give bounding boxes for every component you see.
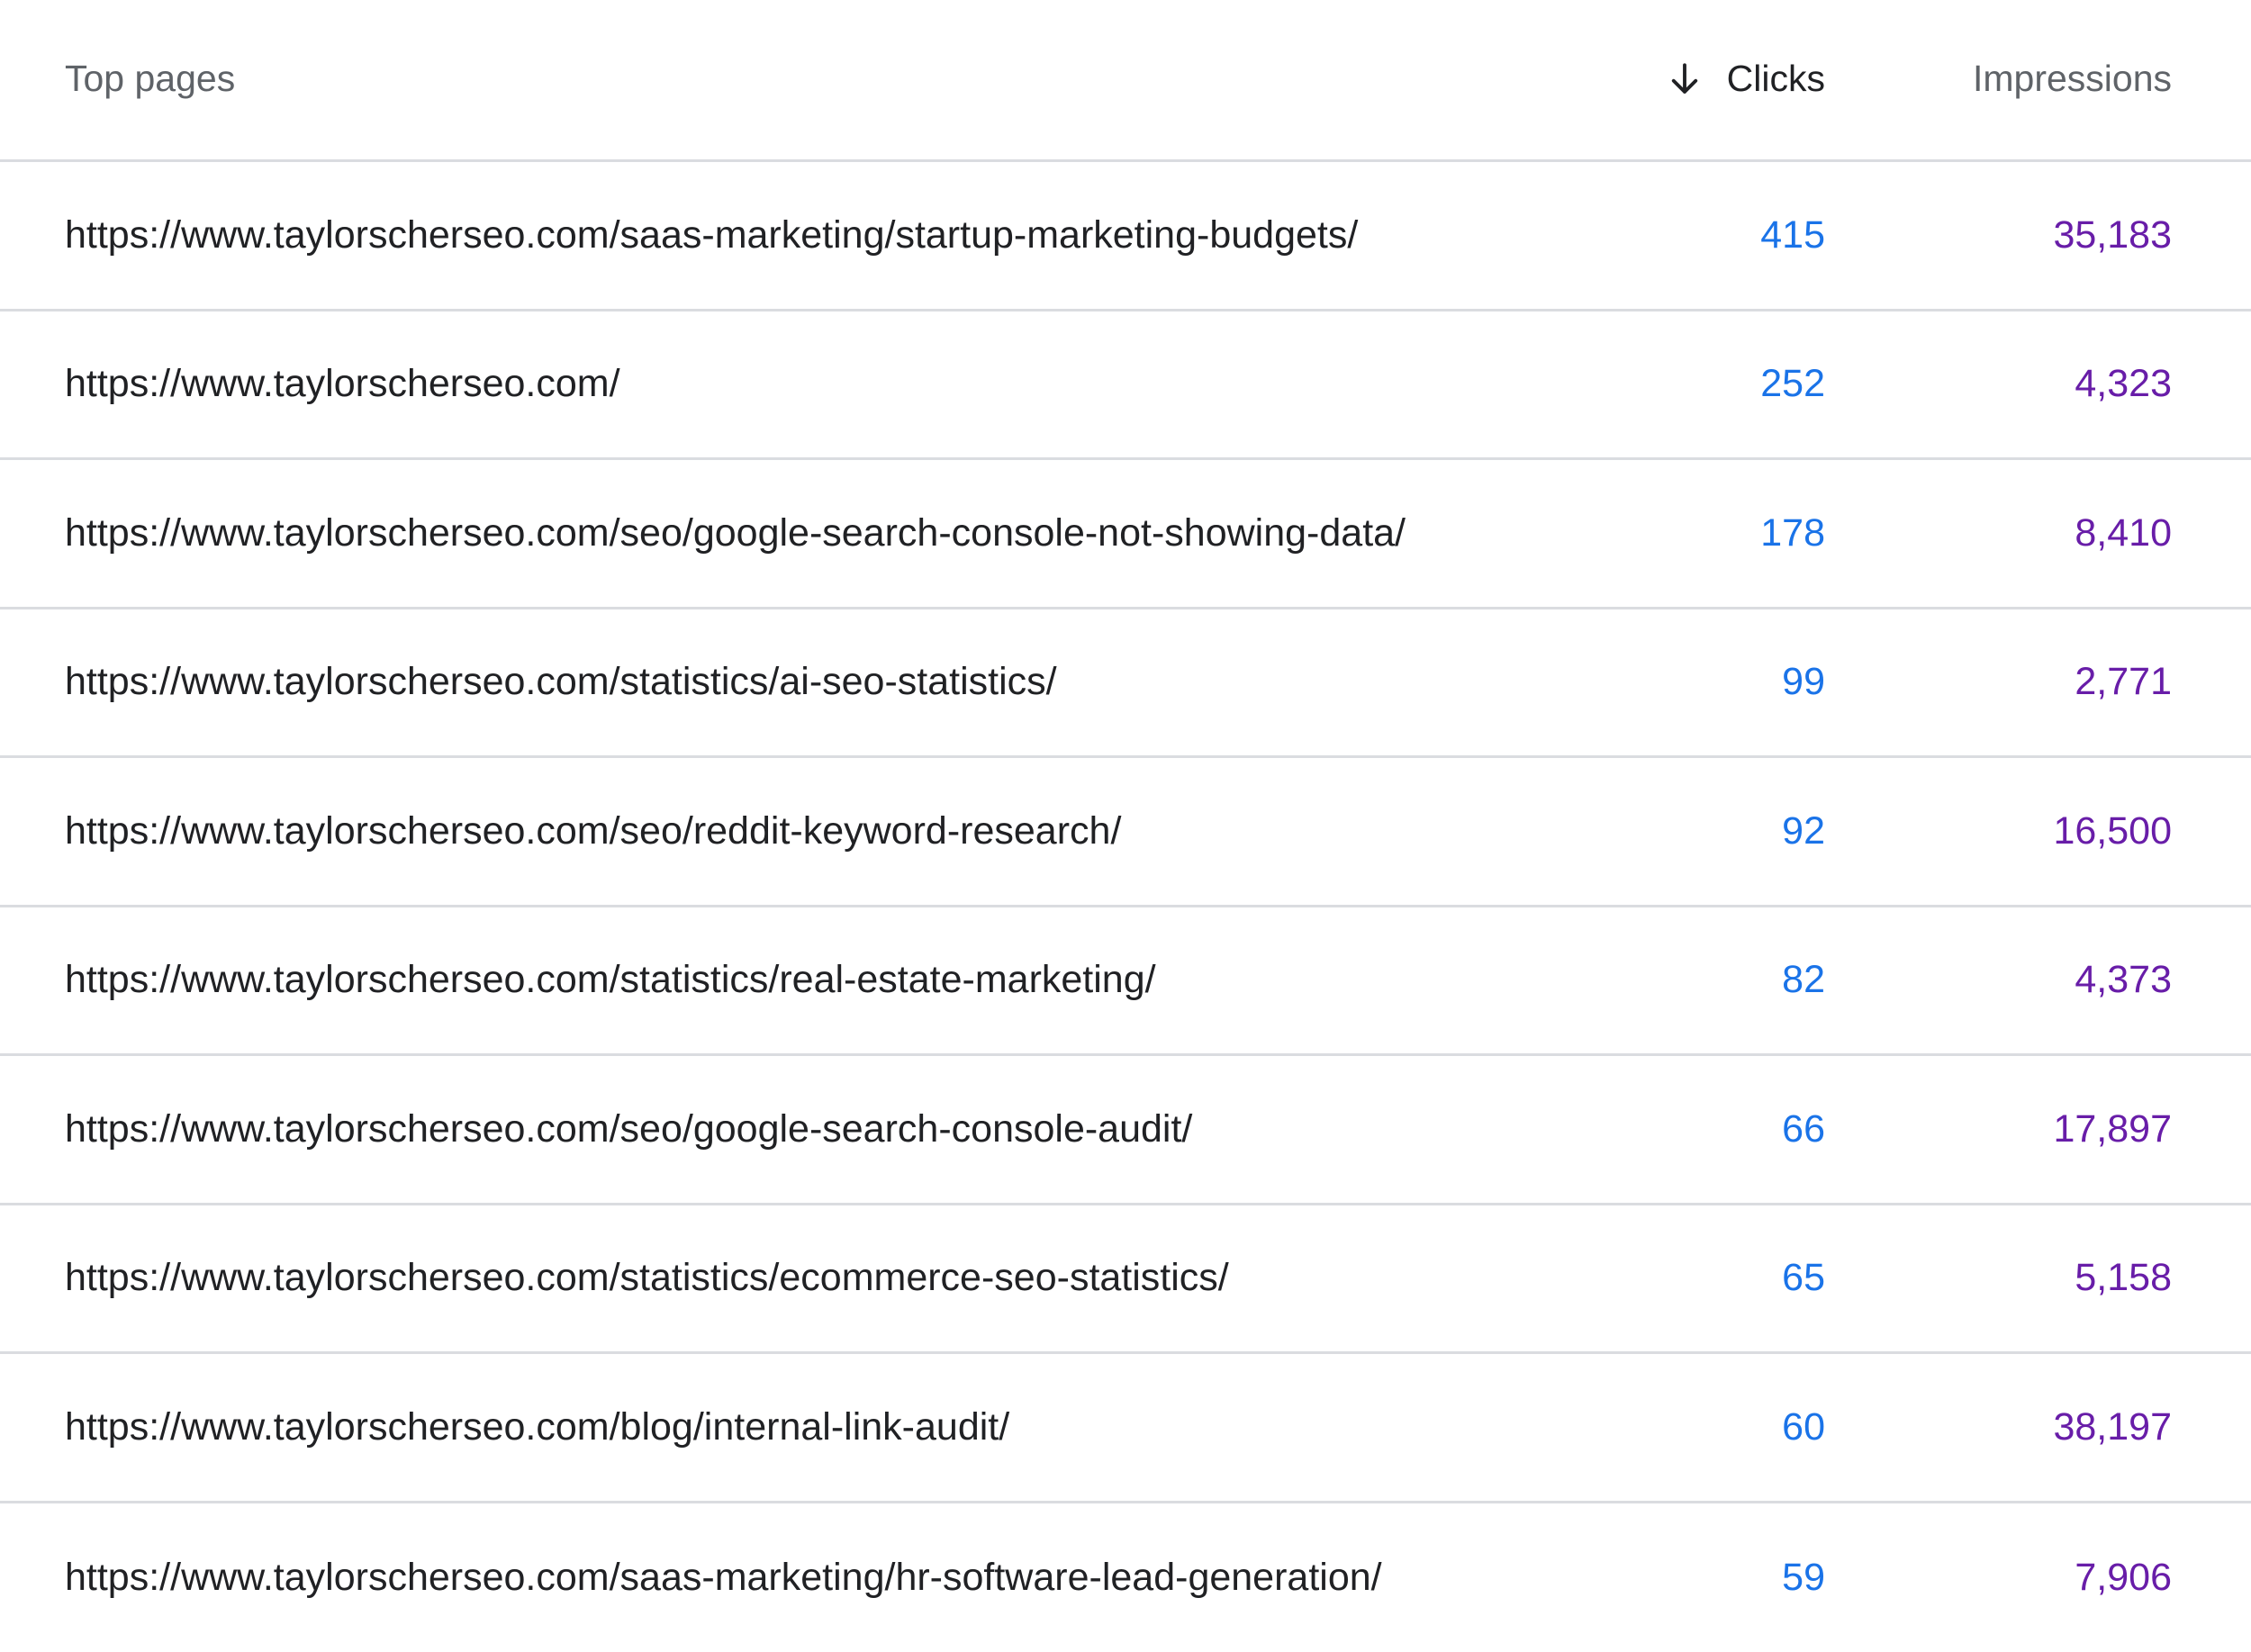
page-url-link[interactable]: https://www.taylorscherseo.com/statistic… xyxy=(65,907,1156,1054)
clicks-value: 82 xyxy=(1782,907,1825,1054)
impressions-column-header[interactable]: Impressions xyxy=(1973,0,2172,158)
clicks-value: 99 xyxy=(1782,609,1825,756)
clicks-value: 60 xyxy=(1782,1354,1825,1501)
table-row[interactable]: https://www.taylorscherseo.com/statistic… xyxy=(0,907,2251,1057)
arrow-down-icon xyxy=(1666,60,1704,98)
impressions-value: 8,410 xyxy=(2075,460,2172,607)
table-header: Top pages Clicks Impressions xyxy=(0,0,2251,162)
table-row[interactable]: https://www.taylorscherseo.com/saas-mark… xyxy=(0,162,2251,311)
table-row[interactable]: https://www.taylorscherseo.com/statistic… xyxy=(0,609,2251,759)
top-pages-table: Top pages Clicks Impressions https://www… xyxy=(0,0,2251,1652)
page-url-link[interactable]: https://www.taylorscherseo.com/ xyxy=(65,311,620,458)
page-url-link[interactable]: https://www.taylorscherseo.com/blog/inte… xyxy=(65,1354,1009,1501)
page-url-link[interactable]: https://www.taylorscherseo.com/seo/reddi… xyxy=(65,758,1121,905)
clicks-value: 92 xyxy=(1782,758,1825,905)
table-row[interactable]: https://www.taylorscherseo.com/blog/inte… xyxy=(0,1354,2251,1503)
page-url-link[interactable]: https://www.taylorscherseo.com/saas-mark… xyxy=(65,162,1358,309)
clicks-value: 415 xyxy=(1760,162,1825,309)
impressions-value: 2,771 xyxy=(2075,609,2172,756)
top-pages-column-header[interactable]: Top pages xyxy=(65,0,235,158)
table-row[interactable]: https://www.taylorscherseo.com/seo/googl… xyxy=(0,460,2251,609)
impressions-value: 16,500 xyxy=(2053,758,2172,905)
page-url-link[interactable]: https://www.taylorscherseo.com/seo/googl… xyxy=(65,1056,1192,1203)
table-row[interactable]: https://www.taylorscherseo.com/saas-mark… xyxy=(0,1503,2251,1652)
page-url-link[interactable]: https://www.taylorscherseo.com/seo/googl… xyxy=(65,460,1406,607)
table-row[interactable]: https://www.taylorscherseo.com/statistic… xyxy=(0,1205,2251,1355)
clicks-value: 66 xyxy=(1782,1056,1825,1203)
page-url-link[interactable]: https://www.taylorscherseo.com/statistic… xyxy=(65,609,1057,756)
page-url-link[interactable]: https://www.taylorscherseo.com/saas-mark… xyxy=(65,1503,1382,1652)
table-row[interactable]: https://www.taylorscherseo.com/seo/googl… xyxy=(0,1056,2251,1205)
clicks-value: 59 xyxy=(1782,1503,1825,1652)
clicks-header-label: Clicks xyxy=(1727,0,1825,158)
clicks-value: 178 xyxy=(1760,460,1825,607)
impressions-value: 7,906 xyxy=(2075,1503,2172,1652)
impressions-value: 38,197 xyxy=(2053,1354,2172,1501)
clicks-value: 252 xyxy=(1760,311,1825,458)
impressions-value: 35,183 xyxy=(2053,162,2172,309)
table-body: https://www.taylorscherseo.com/saas-mark… xyxy=(0,162,2251,1652)
table-row[interactable]: https://www.taylorscherseo.com/seo/reddi… xyxy=(0,758,2251,907)
clicks-value: 65 xyxy=(1782,1205,1825,1352)
page-url-link[interactable]: https://www.taylorscherseo.com/statistic… xyxy=(65,1205,1229,1352)
impressions-value: 5,158 xyxy=(2075,1205,2172,1352)
clicks-column-header[interactable]: Clicks xyxy=(1666,0,1825,158)
table-row[interactable]: https://www.taylorscherseo.com/ 252 4,32… xyxy=(0,311,2251,461)
impressions-value: 17,897 xyxy=(2053,1056,2172,1203)
impressions-value: 4,373 xyxy=(2075,907,2172,1054)
impressions-value: 4,323 xyxy=(2075,311,2172,458)
